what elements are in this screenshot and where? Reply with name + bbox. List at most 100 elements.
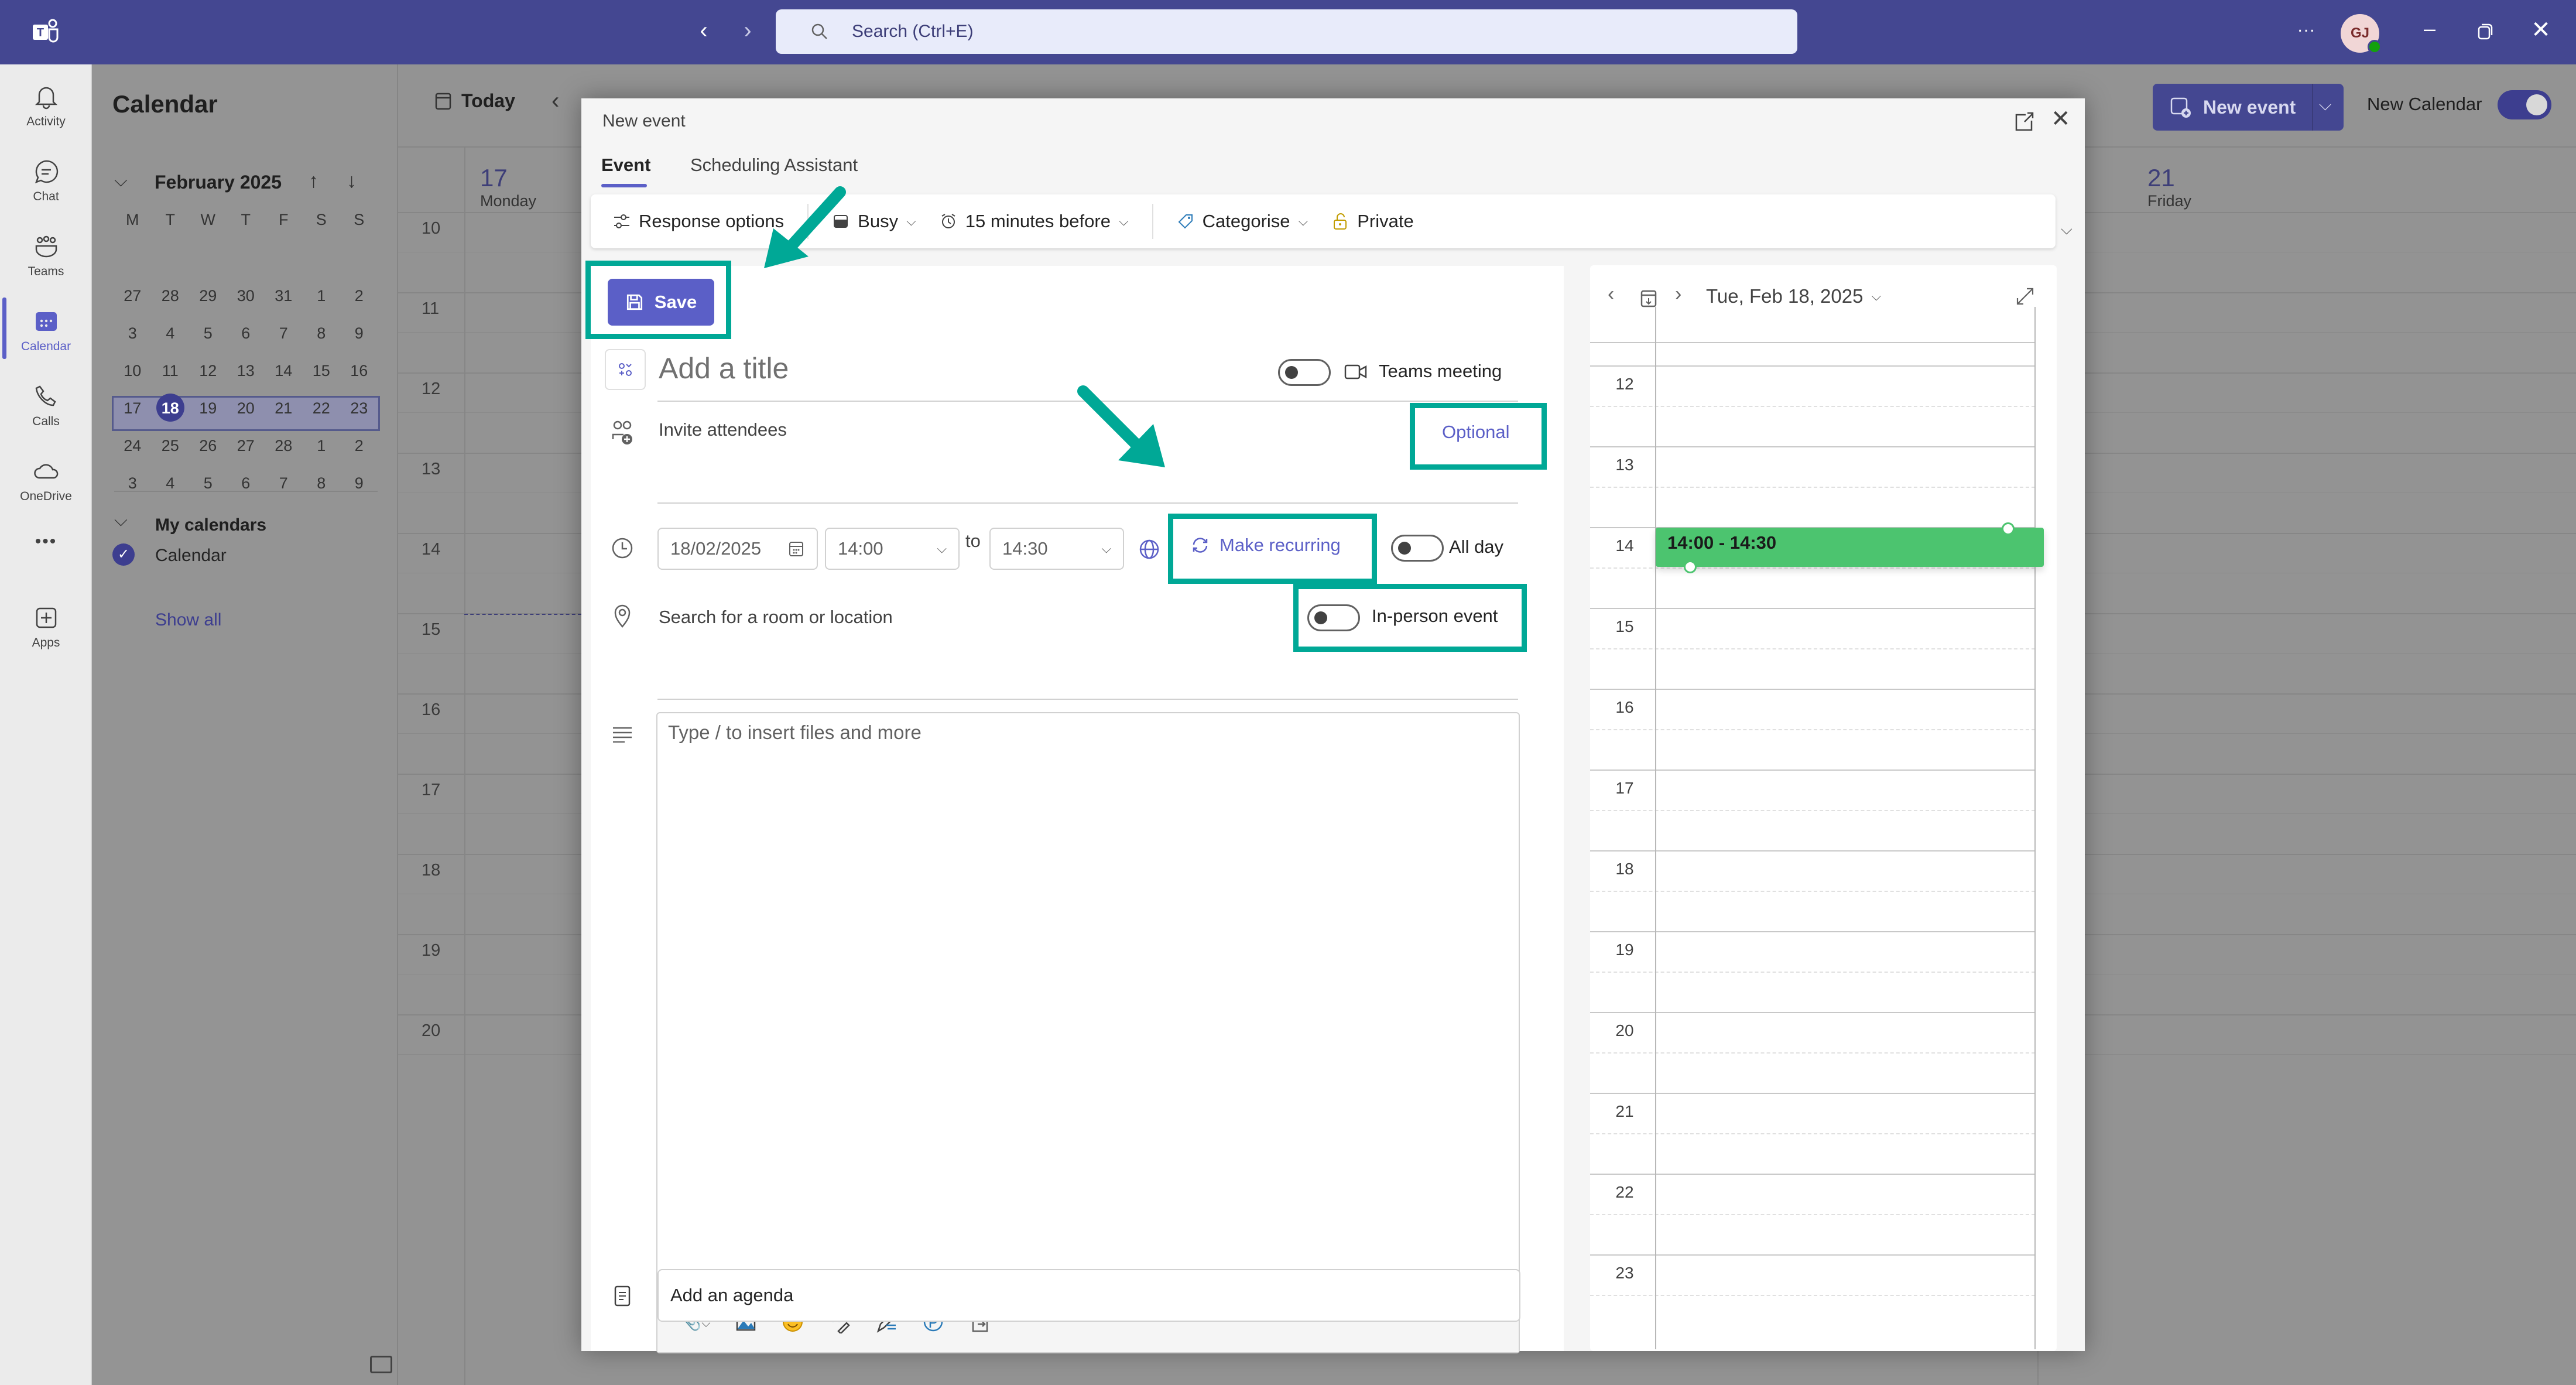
mini-cal-day[interactable]: 15 <box>303 362 341 380</box>
collapse-panel-button[interactable] <box>370 1356 392 1373</box>
mini-cal-day[interactable]: 6 <box>227 474 265 493</box>
mini-cal-day[interactable]: 24 <box>114 437 152 455</box>
rail-item-calls[interactable]: Calls <box>0 370 92 440</box>
go-to-today-icon[interactable] <box>1640 289 1657 309</box>
mini-cal-day[interactable]: 5 <box>189 474 227 493</box>
day-header-friday[interactable]: 21 Friday <box>2147 164 2191 210</box>
close-dialog-button[interactable]: ✕ <box>2051 105 2071 132</box>
mini-cal-day[interactable]: 10 <box>114 362 152 380</box>
my-calendars-chevron[interactable]: ⌵ <box>114 511 128 531</box>
pop-out-button[interactable] <box>2012 110 2035 134</box>
mini-cal-day[interactable]: 13 <box>227 362 265 380</box>
mini-cal-day[interactable]: 7 <box>265 474 303 493</box>
rail-item-chat[interactable]: Chat <box>0 145 92 216</box>
start-time-select[interactable]: 14:00 ⌵ <box>825 528 960 570</box>
mini-cal-day[interactable]: 2 <box>340 287 378 305</box>
mini-cal-day[interactable]: 6 <box>227 324 265 343</box>
mini-cal-day[interactable]: 14 <box>265 362 303 380</box>
mini-cal-day[interactable]: 25 <box>152 437 190 455</box>
rail-item-calendar[interactable]: Calendar <box>0 295 92 365</box>
private-button[interactable]: Private <box>1331 211 1414 232</box>
calendar-list-item[interactable]: Calendar <box>155 546 227 566</box>
show-all-link[interactable]: Show all <box>155 610 221 630</box>
new-calendar-toggle[interactable] <box>2498 90 2551 119</box>
day-header-monday[interactable]: 17 Monday <box>480 164 536 210</box>
restore-button[interactable] <box>2478 22 2494 40</box>
rail-item-teams[interactable]: Teams <box>0 220 92 290</box>
mini-cal-day[interactable]: 11 <box>152 362 190 380</box>
search-box[interactable]: Search (Ctrl+E) <box>776 9 1797 54</box>
timezone-globe-icon[interactable] <box>1138 538 1161 561</box>
expand-icon[interactable] <box>2015 286 2035 306</box>
mini-cal-day[interactable]: 3 <box>114 474 152 493</box>
date-selector[interactable]: Tue, Feb 18, 2025 ⌵ <box>1706 285 1881 307</box>
rail-more-button[interactable]: ••• <box>0 515 92 568</box>
toolbar-overflow-chevron[interactable]: ⌵ <box>2061 220 2073 239</box>
mini-cal-day[interactable]: 22 <box>303 399 341 418</box>
mini-cal-day[interactable]: 4 <box>152 474 190 493</box>
mini-cal-day[interactable]: 12 <box>189 362 227 380</box>
title-input[interactable]: Add a title <box>659 351 789 385</box>
mini-cal-day[interactable]: 20 <box>227 399 265 418</box>
mini-cal-day[interactable]: 21 <box>265 399 303 418</box>
mini-cal-day[interactable]: 26 <box>189 437 227 455</box>
rail-item-apps[interactable]: Apps <box>0 591 92 662</box>
date-picker[interactable]: 18/02/2025 <box>657 528 818 570</box>
mini-cal-day[interactable]: 1 <box>303 287 341 305</box>
tab-event[interactable]: Event <box>601 155 650 176</box>
forward-nav-button[interactable]: › <box>735 18 761 47</box>
agenda-input[interactable]: Add an agenda <box>657 1269 1520 1322</box>
mini-cal-today[interactable]: 18 <box>152 399 190 418</box>
mini-cal-day[interactable]: 7 <box>265 324 303 343</box>
event-template-button[interactable] <box>605 349 646 390</box>
mini-cal-day[interactable]: 9 <box>340 324 378 343</box>
new-event-dropdown-icon[interactable]: ⌵ <box>2319 95 2331 115</box>
back-nav-button[interactable]: ‹ <box>691 18 717 47</box>
reminder-dropdown[interactable]: 15 minutes before ⌵ <box>940 211 1129 232</box>
mini-cal-day[interactable]: 23 <box>340 399 378 418</box>
mini-cal-day[interactable]: 27 <box>114 287 152 305</box>
mini-cal-day[interactable]: 28 <box>152 287 190 305</box>
categorise-dropdown[interactable]: Categorise ⌵ <box>1177 211 1308 232</box>
mini-cal-day[interactable]: 16 <box>340 362 378 380</box>
mini-cal-day[interactable]: 31 <box>265 287 303 305</box>
prev-week-button[interactable]: ‹ <box>551 88 559 114</box>
location-input[interactable]: Search for a room or location <box>659 607 893 628</box>
mini-cal-day[interactable]: 17 <box>114 399 152 418</box>
mini-cal-day[interactable]: 8 <box>303 474 341 493</box>
mini-cal-day[interactable]: 19 <box>189 399 227 418</box>
draft-event-block[interactable]: 14:00 - 14:30 <box>1656 522 2044 573</box>
description-editor[interactable]: Type / to insert files and more 📎⌵ <box>656 712 1520 1353</box>
rail-item-onedrive[interactable]: OneDrive <box>0 445 92 515</box>
invite-attendees-input[interactable]: Invite attendees <box>659 419 787 440</box>
close-window-button[interactable]: ✕ <box>2529 16 2553 46</box>
new-event-button[interactable]: New event ⌵ <box>2153 84 2344 131</box>
end-time-select[interactable]: 14:30 ⌵ <box>989 528 1124 570</box>
minimize-button[interactable]: – <box>2418 16 2441 46</box>
resize-handle-top[interactable] <box>2002 522 2015 535</box>
more-options-button[interactable]: ... <box>2295 16 2318 46</box>
mini-cal-day[interactable]: 3 <box>114 324 152 343</box>
calendar-checkbox[interactable]: ✓ <box>112 543 135 566</box>
month-collapse-chevron[interactable]: ⌵ <box>114 171 128 191</box>
teams-meeting-toggle[interactable] <box>1278 359 1331 386</box>
rail-item-activity[interactable]: Activity <box>0 70 92 141</box>
mini-cal-day[interactable]: 1 <box>303 437 341 455</box>
next-month-button[interactable]: ↓ <box>347 170 357 193</box>
mini-cal-day[interactable]: 27 <box>227 437 265 455</box>
mini-cal-day[interactable]: 9 <box>340 474 378 493</box>
avatar[interactable]: GJ <box>2341 14 2382 54</box>
mini-cal-day[interactable]: 29 <box>189 287 227 305</box>
mini-cal-day[interactable]: 4 <box>152 324 190 343</box>
resize-handle-bottom[interactable] <box>1684 560 1697 573</box>
next-day-button[interactable]: › <box>1675 283 1681 306</box>
mini-cal-day[interactable]: 2 <box>340 437 378 455</box>
all-day-toggle[interactable] <box>1391 535 1444 562</box>
mini-cal-day[interactable]: 28 <box>265 437 303 455</box>
prev-day-button[interactable]: ‹ <box>1608 283 1614 306</box>
mini-cal-day[interactable]: 30 <box>227 287 265 305</box>
prev-month-button[interactable]: ↑ <box>309 170 318 193</box>
mini-cal-day[interactable]: 5 <box>189 324 227 343</box>
tab-scheduling-assistant[interactable]: Scheduling Assistant <box>690 155 858 176</box>
mini-cal-day[interactable]: 8 <box>303 324 341 343</box>
